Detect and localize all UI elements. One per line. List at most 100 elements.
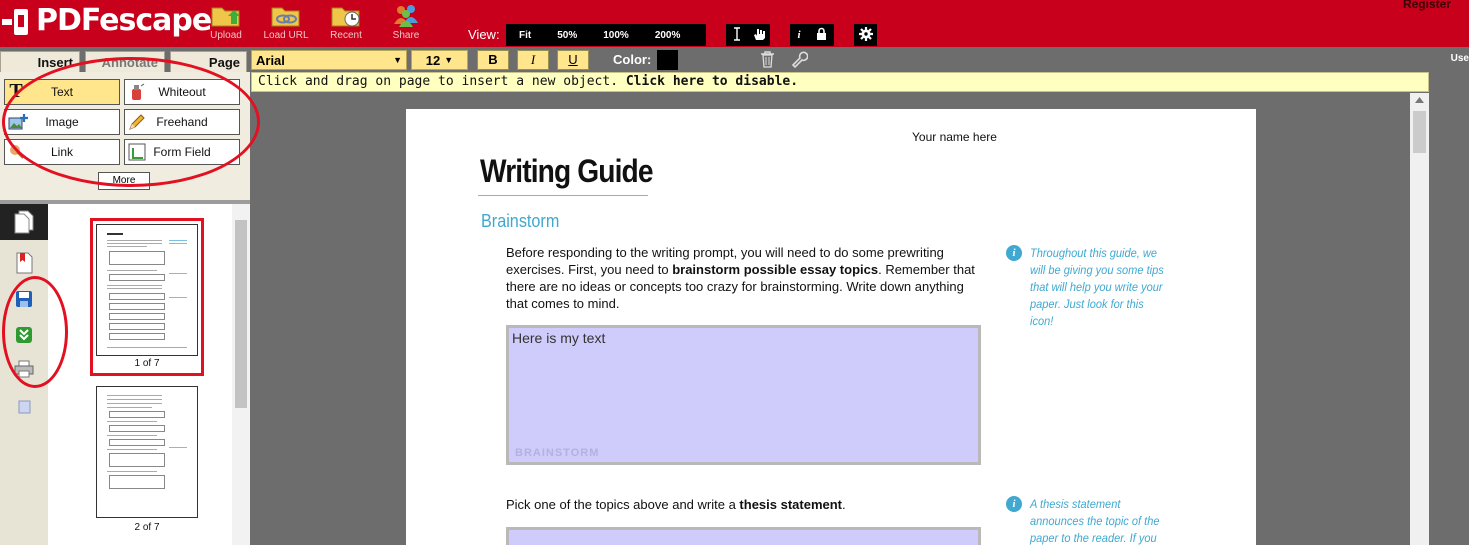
brainstorm-paragraph: Before responding to the writing prompt,… <box>506 245 975 311</box>
cursor-tool-group <box>726 24 770 46</box>
brainstorm-field-label: BRAINSTORM <box>515 447 600 459</box>
insert-freehand-label: Freehand <box>156 115 208 129</box>
thumbnail-scrollbar[interactable] <box>232 204 250 545</box>
view-fit[interactable]: Fit <box>506 30 544 41</box>
thumbnail-caption-1: 1 of 7 <box>134 358 160 369</box>
gear-icon[interactable] <box>858 26 873 44</box>
user-menu-partial[interactable]: Use <box>1451 53 1469 64</box>
pdf-page[interactable]: Your name here Writing Guide Brainstorm … <box>406 109 1256 545</box>
tip-info-icon: i <box>1006 245 1022 261</box>
color-label: Color: <box>613 52 652 67</box>
tip-text-2: A thesis statement announces the topic o… <box>1030 497 1160 545</box>
document-scroll-thumb[interactable] <box>1413 111 1426 153</box>
tab-insert[interactable]: Insert <box>0 51 80 72</box>
share-label: Share <box>392 30 420 41</box>
link-icon <box>8 143 26 161</box>
side-icon-bar <box>0 204 48 545</box>
logo-text: PDFescape <box>36 2 212 38</box>
insert-whiteout-button[interactable]: Whiteout <box>124 79 240 105</box>
thumbnail-scroll-thumb[interactable] <box>235 220 247 408</box>
color-swatch[interactable] <box>657 50 678 70</box>
insert-link-button[interactable]: Link <box>4 139 120 165</box>
tip-info-icon: i <box>1006 496 1022 512</box>
font-family-select[interactable]: Arial ▼ <box>251 50 407 70</box>
image-add-icon <box>8 113 28 131</box>
insert-link-label: Link <box>50 145 73 159</box>
view-100[interactable]: 100% <box>590 30 642 41</box>
tip-text-1: Throughout this guide, we will be giving… <box>1030 246 1164 328</box>
logo-icon <box>2 5 30 35</box>
page-thumbnails-icon[interactable] <box>0 204 48 240</box>
upload-label: Upload <box>210 30 242 41</box>
disable-notice-link[interactable]: Click here to disable. <box>626 74 798 89</box>
font-family-value: Arial <box>256 52 285 68</box>
pencil-icon <box>128 113 146 131</box>
recent-button[interactable]: Recent <box>321 2 371 41</box>
section-heading: Brainstorm <box>481 211 560 231</box>
brainstorm-text-field[interactable]: Here is my text BRAINSTORM <box>506 325 981 465</box>
register-link[interactable]: Register <box>1403 0 1451 11</box>
whiteout-bottle-icon <box>128 83 146 101</box>
chevron-down-icon: ▼ <box>444 55 454 65</box>
view-zoom-group: Fit 50% 100% 200% <box>506 24 706 46</box>
tab-page[interactable]: Page <box>170 51 247 72</box>
tab-annotate[interactable]: Annotate <box>85 51 165 72</box>
view-50[interactable]: 50% <box>544 30 590 41</box>
load-url-button[interactable]: Load URL <box>261 2 311 41</box>
view-label: View: <box>468 27 500 42</box>
insert-image-button[interactable]: Image <box>4 109 120 135</box>
insert-freehand-button[interactable]: Freehand <box>124 109 240 135</box>
trash-icon[interactable] <box>760 51 775 71</box>
view-200[interactable]: 200% <box>642 30 694 41</box>
page-thumbnail-1[interactable] <box>96 224 198 356</box>
insert-text-button[interactable]: T Text <box>4 79 120 105</box>
more-button[interactable]: More <box>98 172 150 190</box>
left-panel: T Text Whiteout Image Freehand Link Form… <box>0 72 250 545</box>
name-field-text[interactable]: Your name here <box>912 130 997 144</box>
load-url-folder-icon <box>269 2 303 28</box>
recent-folder-icon <box>329 2 363 28</box>
load-url-label: Load URL <box>263 30 309 41</box>
wrench-icon[interactable] <box>790 50 809 71</box>
lock-icon[interactable] <box>816 27 827 43</box>
font-size-value: 12 <box>425 52 441 68</box>
insert-form-field-label: Form Field <box>153 145 211 159</box>
document-title: Writing Guide <box>480 153 654 189</box>
share-people-icon <box>389 2 423 28</box>
insert-text-label: Text <box>50 85 73 99</box>
text-t-icon: T <box>9 80 23 102</box>
pdfescape-logo[interactable]: PDFescape <box>0 0 212 40</box>
share-button[interactable]: Share <box>381 2 431 41</box>
upload-button[interactable]: Upload <box>201 2 251 41</box>
chevron-down-icon: ▼ <box>393 55 402 65</box>
hand-tool-icon[interactable] <box>752 27 766 44</box>
document-scrollbar[interactable] <box>1410 93 1429 545</box>
insert-form-field-button[interactable]: Form Field <box>124 139 240 165</box>
info-lock-group: i <box>790 24 834 46</box>
italic-button[interactable]: I <box>517 50 549 70</box>
format-toolbar: Insert Annotate Page Arial ▼ 12 ▼ B I U … <box>0 47 1469 72</box>
insert-image-label: Image <box>45 115 79 129</box>
title-rule <box>478 195 648 196</box>
notice-text: Click and drag on page to insert a new o… <box>258 74 626 89</box>
top-toolbar: PDFescape Upload Load URL Recent Share R… <box>0 0 1469 47</box>
thumbnail-list: 1 of 7 2 of 7 <box>48 204 232 545</box>
thesis-text-field[interactable] <box>506 527 981 545</box>
font-size-select[interactable]: 12 ▼ <box>411 50 468 70</box>
recent-label: Recent <box>330 30 362 41</box>
scroll-up-icon <box>1415 97 1424 103</box>
page-icon[interactable] <box>8 392 40 422</box>
settings-group <box>854 24 877 46</box>
bold-button[interactable]: B <box>477 50 509 70</box>
info-icon[interactable]: i <box>797 29 800 41</box>
bookmarks-icon[interactable] <box>8 248 40 278</box>
download-icon[interactable] <box>8 320 40 350</box>
print-icon[interactable] <box>8 354 40 384</box>
thesis-paragraph: Pick one of the topics above and write a… <box>506 497 846 512</box>
text-cursor-icon[interactable] <box>731 26 743 44</box>
page-thumbnail-2[interactable] <box>96 386 198 518</box>
underline-button[interactable]: U <box>557 50 589 70</box>
form-field-icon <box>128 143 146 161</box>
save-icon[interactable] <box>8 284 40 314</box>
insert-whiteout-label: Whiteout <box>158 85 206 99</box>
